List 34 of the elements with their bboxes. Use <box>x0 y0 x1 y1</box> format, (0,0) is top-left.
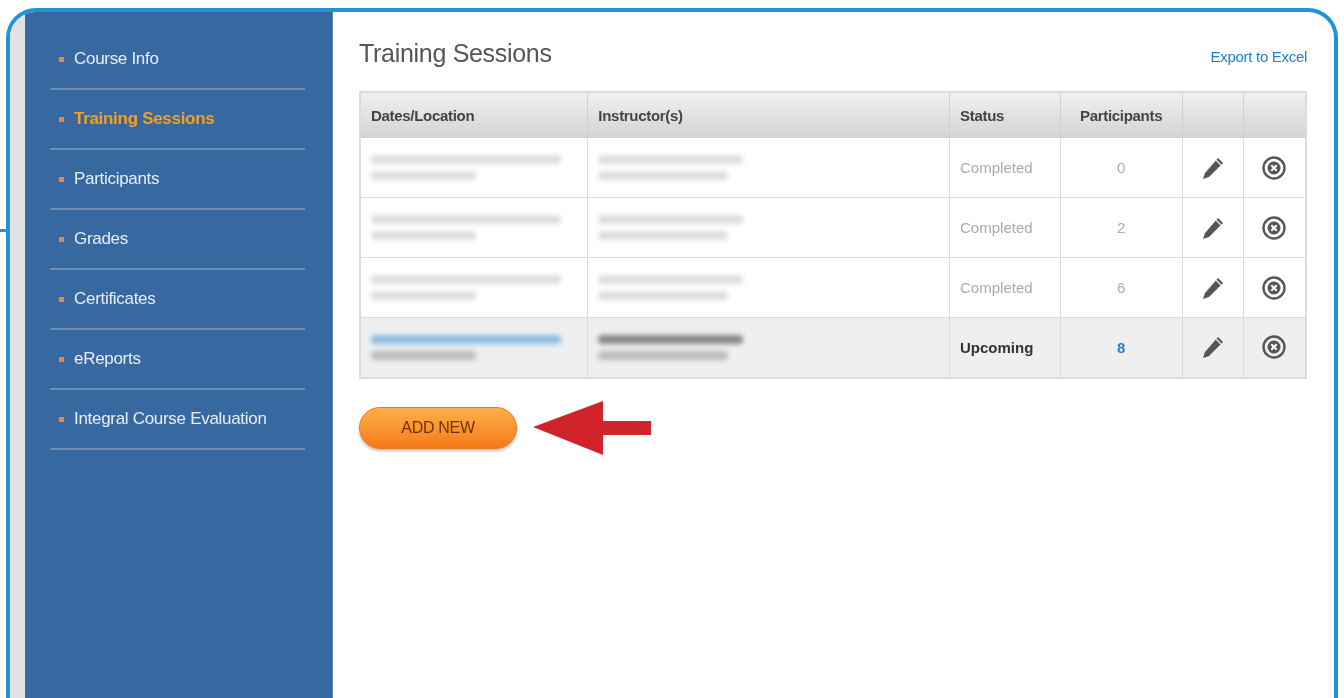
sidebar-item[interactable]: Certificates <box>50 270 305 330</box>
bullet-icon <box>59 416 64 422</box>
participant-count: 2 <box>1116 219 1126 236</box>
column-header: Instructor(s) <box>587 92 950 138</box>
column-header: Dates/Location <box>360 92 588 138</box>
participant-count: 0 <box>1116 159 1126 176</box>
sidebar-item[interactable]: eReports <box>50 330 305 390</box>
delete-icon[interactable] <box>1261 154 1288 181</box>
status-cell: Completed <box>949 197 1060 258</box>
delete-icon[interactable] <box>1261 334 1288 361</box>
delete-icon[interactable] <box>1261 214 1288 241</box>
arrow-icon <box>533 400 653 455</box>
bullet-icon <box>59 356 64 362</box>
sidebar-item[interactable]: Participants <box>50 150 305 210</box>
sidebar-item[interactable]: Course Info <box>50 30 305 90</box>
bullet-icon <box>59 296 64 302</box>
column-header: Status <box>949 92 1060 138</box>
bullet-icon <box>59 176 64 182</box>
export-link[interactable]: Export to Excel <box>1210 48 1307 65</box>
status-cell: Completed <box>949 257 1060 318</box>
participant-count: 6 <box>1116 279 1126 296</box>
bullet-icon <box>59 56 64 62</box>
status-cell: Completed <box>949 137 1060 198</box>
participant-count[interactable]: 8 <box>1116 338 1126 356</box>
page-title: Training Sessions <box>359 39 552 68</box>
add-new-button[interactable]: ADD NEW <box>359 406 517 449</box>
sidebar-item[interactable]: Integral Course Evaluation <box>50 390 305 450</box>
bullet-icon <box>59 236 64 242</box>
delete-icon[interactable] <box>1261 274 1288 301</box>
sidebar-item[interactable]: Grades <box>50 210 305 270</box>
column-header: Participants <box>1060 92 1183 138</box>
status-cell: Upcoming <box>949 317 1060 378</box>
sidebar-item[interactable]: Training Sessions <box>50 90 305 150</box>
bullet-icon <box>59 116 64 122</box>
